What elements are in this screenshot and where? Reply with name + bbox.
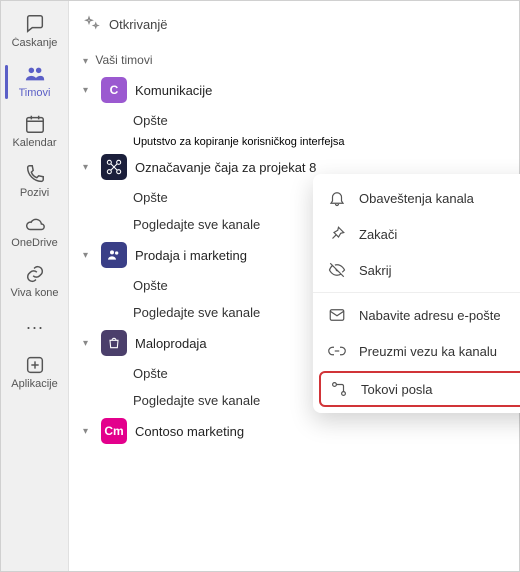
menu-item-label: Preuzmi vezu ka kanalu	[359, 344, 497, 359]
discover-button[interactable]: Otkrivanjë	[69, 1, 519, 51]
team-avatar	[101, 330, 127, 356]
team-name: Označavanje čaja za projekat 8	[135, 160, 505, 175]
flow-icon	[329, 380, 349, 398]
rail-item-teams[interactable]: Timovi	[5, 57, 65, 107]
rail-label: Ćaskanje	[12, 37, 58, 49]
your-teams-label: Vaši timovi	[95, 53, 152, 67]
cloud-icon	[24, 213, 46, 235]
rail-label: Kalendar	[12, 137, 56, 149]
rail-item-viva[interactable]: Viva kone	[5, 257, 65, 307]
discover-label: Otkrivanjë	[109, 17, 168, 32]
app-root: Ćaskanje Timovi Kalendar Pozivi OneDrive…	[0, 0, 520, 572]
link-icon	[24, 263, 46, 285]
menu-item-label: Sakrij	[359, 263, 392, 278]
chat-icon	[24, 13, 46, 35]
rail-item-calls[interactable]: Pozivi	[5, 157, 65, 207]
menu-item-label: Zakači	[359, 227, 397, 242]
team-avatar: Cm	[101, 418, 127, 444]
menu-item-label: Tokovi posla	[361, 382, 433, 397]
calendar-icon	[24, 113, 46, 135]
menu-item[interactable]: Tokovi posla	[319, 371, 520, 407]
rail-label: Timovi	[19, 87, 51, 99]
rail-more-button[interactable]: ···	[26, 307, 44, 348]
rail-item-apps[interactable]: Aplikacije	[5, 348, 65, 398]
team-avatar: C	[101, 77, 127, 103]
people-icon	[24, 63, 46, 85]
team-row[interactable]: ▾ C Komunikacije	[75, 73, 513, 107]
menu-item[interactable]: Zakači	[313, 216, 520, 252]
rail-label: Aplikacije	[11, 378, 57, 390]
team-avatar	[101, 154, 127, 180]
chevron-down-icon: ▾	[83, 56, 88, 67]
menu-item-label: Nabavite adresu e-pošte	[359, 308, 501, 323]
channel-item[interactable]: Uputstvo za kopiranje korisničkog interf…	[125, 134, 513, 150]
channel-item[interactable]: Opšte	[125, 107, 513, 134]
eye-off-icon	[327, 261, 347, 279]
bell-icon	[327, 189, 347, 207]
chevron-down-icon: ▾	[83, 85, 93, 96]
rail-label: OneDrive	[11, 237, 57, 249]
phone-icon	[24, 163, 46, 185]
app-rail: Ćaskanje Timovi Kalendar Pozivi OneDrive…	[1, 1, 69, 571]
menu-item[interactable]: Sakrij	[313, 252, 520, 288]
chevron-down-icon: ▾	[83, 162, 93, 173]
rail-item-onedrive[interactable]: OneDrive	[5, 207, 65, 257]
mail-icon	[327, 306, 347, 324]
rail-item-calendar[interactable]: Kalendar	[5, 107, 65, 157]
rail-label: Viva kone	[10, 287, 58, 299]
menu-item[interactable]: Obaveštenja kanala	[313, 180, 520, 216]
teams-panel: Otkrivanjë ▾ Vaši timovi ▾ C Komunikacij…	[69, 1, 519, 571]
chevron-down-icon: ▾	[83, 250, 93, 261]
your-teams-header[interactable]: ▾ Vaši timovi	[69, 51, 519, 73]
pin-icon	[327, 225, 347, 243]
sparkle-icon	[83, 15, 101, 33]
rail-item-chat[interactable]: Ćaskanje	[5, 7, 65, 57]
chevron-down-icon: ▾	[83, 426, 93, 437]
menu-item[interactable]: Nabavite adresu e-pošte	[313, 297, 520, 333]
link2-icon	[327, 342, 347, 360]
team-name: Komunikacije	[135, 83, 505, 98]
chevron-down-icon: ▾	[83, 338, 93, 349]
channel-list: OpšteUputstvo za kopiranje korisničkog i…	[75, 107, 513, 150]
team-row[interactable]: ▾ Cm Contoso marketing	[75, 414, 513, 448]
apps-icon	[24, 354, 46, 376]
menu-item[interactable]: Preuzmi vezu ka kanalu	[313, 333, 520, 369]
rail-label: Pozivi	[20, 187, 49, 199]
team-name: Contoso marketing	[135, 424, 505, 439]
channel-context-menu: Obaveštenja kanala Zakači Sakrij Nabavit…	[313, 174, 520, 413]
team-avatar	[101, 242, 127, 268]
menu-item-label: Obaveštenja kanala	[359, 191, 474, 206]
